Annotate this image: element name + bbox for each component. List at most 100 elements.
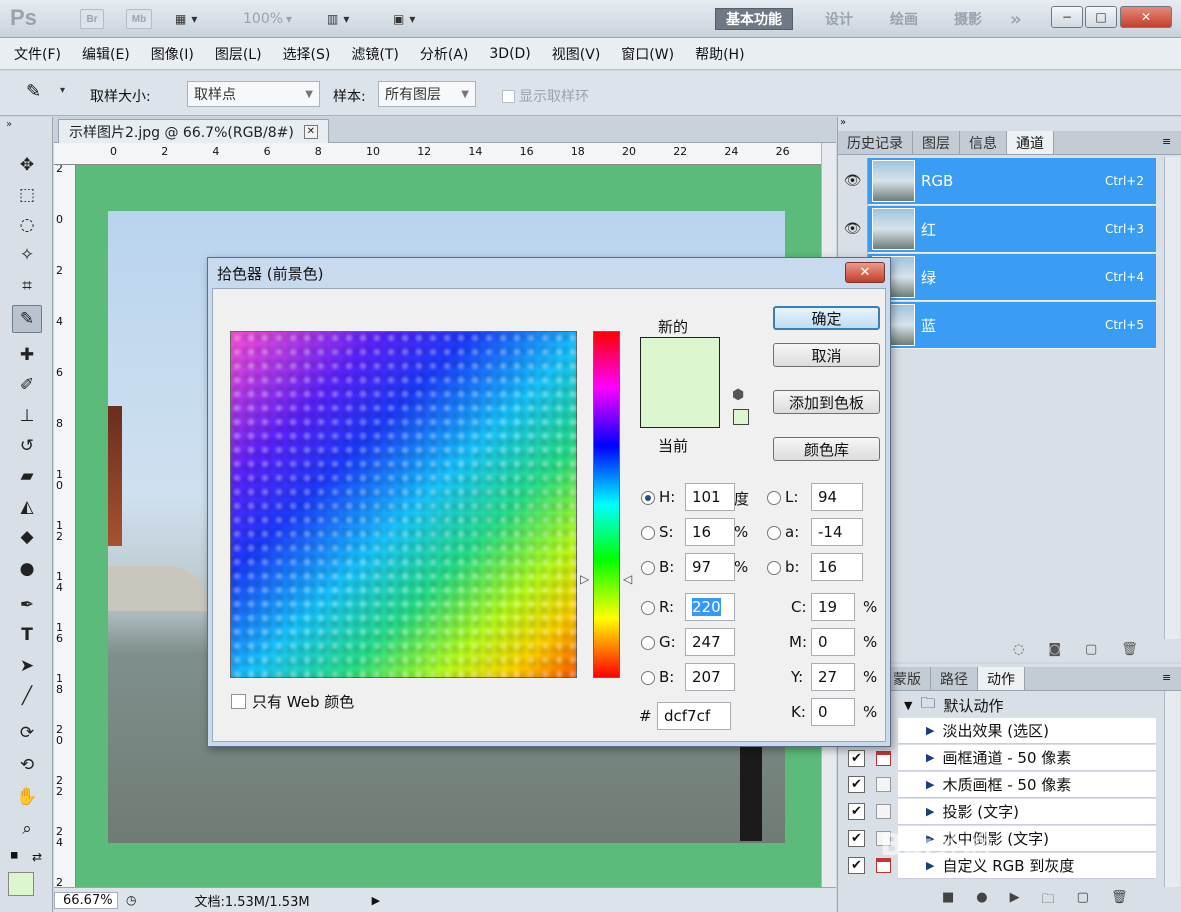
delete-action-icon[interactable]: 🗑 bbox=[1111, 890, 1128, 912]
foreground-color-swatch[interactable] bbox=[8, 872, 34, 896]
tab-paths[interactable]: 路径 bbox=[931, 667, 978, 690]
saturation-radio[interactable] bbox=[641, 526, 655, 540]
hue-slider[interactable] bbox=[593, 331, 620, 678]
hue-radio[interactable] bbox=[641, 491, 655, 505]
zoom-tool-icon[interactable]: ⌕ bbox=[12, 815, 42, 843]
channel-row-rgb[interactable]: 👁 RGB Ctrl+2 bbox=[838, 157, 1156, 205]
menu-3d[interactable]: 3D(D) bbox=[489, 46, 541, 62]
cyan-input[interactable]: 19 bbox=[811, 593, 855, 621]
action-row[interactable]: ▶ 画框通道 - 50 像素 bbox=[898, 745, 1156, 771]
black-input[interactable]: 0 bbox=[811, 698, 855, 726]
history-brush-tool-icon[interactable]: ↺ bbox=[12, 432, 42, 460]
dialog-toggle[interactable] bbox=[876, 751, 891, 766]
color-libraries-button[interactable]: 颜色库 bbox=[773, 437, 880, 461]
panel-menu-icon[interactable]: ≡ bbox=[1162, 135, 1171, 148]
chevron-down-icon[interactable]: ▼ bbox=[904, 699, 912, 712]
menu-edit[interactable]: 编辑(E) bbox=[82, 44, 141, 64]
3d-rotate-tool-icon[interactable]: ⟳ bbox=[12, 719, 42, 747]
minimize-button[interactable]: − bbox=[1051, 6, 1083, 28]
maximize-button[interactable]: □ bbox=[1085, 6, 1117, 28]
path-selection-tool-icon[interactable]: ➤ bbox=[12, 652, 42, 680]
eyedropper-tool-icon[interactable]: ✎ bbox=[12, 305, 42, 333]
stop-icon[interactable]: ■ bbox=[942, 890, 954, 912]
blur-tool-icon[interactable]: ◆ bbox=[12, 523, 42, 551]
saturation-input[interactable]: 16 bbox=[685, 518, 735, 546]
action-toggle-checkbox[interactable]: ✔ bbox=[848, 750, 865, 767]
crop-tool-icon[interactable]: ⌗ bbox=[12, 272, 42, 300]
a-channel-input[interactable]: -14 bbox=[811, 518, 863, 546]
hex-input[interactable]: dcf7cf bbox=[657, 702, 731, 730]
load-selection-icon[interactable]: ◌ bbox=[1013, 642, 1024, 657]
line-tool-icon[interactable]: ╱ bbox=[12, 682, 42, 710]
menu-view[interactable]: 视图(V) bbox=[552, 44, 612, 64]
close-window-button[interactable]: ✕ bbox=[1120, 6, 1172, 28]
eye-icon[interactable]: 👁 bbox=[838, 205, 868, 253]
view-extras-menu[interactable]: ▦ ▾ bbox=[175, 8, 197, 30]
lightness-input[interactable]: 94 bbox=[811, 483, 863, 511]
expand-icon[interactable]: ▶ bbox=[926, 805, 934, 818]
collapse-panel-icon[interactable]: » bbox=[840, 117, 846, 128]
action-set-row[interactable]: ▼ 🗀 默认动作 bbox=[898, 692, 1156, 718]
out-of-gamut-cube-icon[interactable]: ⬢ bbox=[732, 387, 744, 403]
new-set-icon[interactable]: 🗀 bbox=[1042, 890, 1055, 912]
new-action-icon[interactable]: ▢ bbox=[1077, 890, 1089, 912]
sample-select[interactable]: 所有图层 ▼ bbox=[378, 81, 476, 107]
web-only-checkbox[interactable]: 只有 Web 颜色 bbox=[231, 691, 354, 712]
hue-slider-left-arrow-icon[interactable]: ▷ bbox=[580, 572, 589, 586]
menu-help[interactable]: 帮助(H) bbox=[695, 44, 755, 64]
expand-icon[interactable]: ▶ bbox=[926, 724, 934, 737]
more-workspaces-icon[interactable]: » bbox=[1010, 8, 1022, 30]
hand-tool-icon[interactable]: ✋ bbox=[12, 783, 42, 811]
workspace-design[interactable]: 设计 bbox=[825, 8, 853, 30]
channel-row-red[interactable]: 👁 红 Ctrl+3 bbox=[838, 205, 1156, 253]
sample-size-select[interactable]: 取样点 ▼ bbox=[187, 81, 320, 107]
brightness-radio[interactable] bbox=[641, 561, 655, 575]
play-icon[interactable]: ▶ bbox=[1010, 890, 1020, 912]
panel-scrollbar[interactable] bbox=[1164, 157, 1180, 639]
collapse-toolbox-icon[interactable]: » bbox=[6, 119, 12, 130]
paint-bucket-tool-icon[interactable]: ◭ bbox=[12, 493, 42, 521]
red-radio[interactable] bbox=[641, 601, 655, 615]
green-input[interactable]: 247 bbox=[685, 628, 735, 656]
record-icon[interactable]: ● bbox=[976, 890, 987, 912]
hue-slider-right-arrow-icon[interactable]: ◁ bbox=[623, 572, 632, 586]
tab-history[interactable]: 历史记录 bbox=[838, 131, 913, 154]
action-toggle-checkbox[interactable]: ✔ bbox=[848, 830, 865, 847]
zoom-dropdown-icon[interactable]: ▾ bbox=[286, 8, 292, 30]
quick-select-tool-icon[interactable]: ✧ bbox=[12, 241, 42, 269]
menu-image[interactable]: 图像(I) bbox=[151, 44, 205, 64]
b-channel-radio[interactable] bbox=[767, 561, 781, 575]
move-tool-icon[interactable]: ✥ bbox=[12, 151, 42, 179]
dialog-close-button[interactable]: ✕ bbox=[845, 262, 885, 283]
status-info-icon[interactable]: ◷ bbox=[126, 893, 136, 907]
menu-file[interactable]: 文件(F) bbox=[14, 44, 72, 64]
status-menu-arrow-icon[interactable]: ▶ bbox=[372, 894, 380, 907]
workspace-photography[interactable]: 摄影 bbox=[954, 8, 982, 30]
panel-menu-icon[interactable]: ≡ bbox=[1162, 671, 1171, 684]
brightness-input[interactable]: 97 bbox=[685, 553, 735, 581]
eraser-tool-icon[interactable]: ▰ bbox=[12, 462, 42, 490]
lasso-tool-icon[interactable]: ◌ bbox=[12, 211, 42, 239]
3d-orbit-tool-icon[interactable]: ⟲ bbox=[12, 751, 42, 779]
menu-select[interactable]: 选择(S) bbox=[283, 44, 342, 64]
cancel-button[interactable]: 取消 bbox=[773, 343, 880, 367]
hue-input[interactable]: 101 bbox=[685, 483, 735, 511]
eye-icon[interactable]: 👁 bbox=[838, 157, 868, 205]
action-toggle-checkbox[interactable]: ✔ bbox=[848, 803, 865, 820]
close-tab-icon[interactable]: ✕ bbox=[303, 124, 318, 139]
a-channel-radio[interactable] bbox=[767, 526, 781, 540]
type-tool-icon[interactable]: T bbox=[12, 621, 42, 649]
lightness-radio[interactable] bbox=[767, 491, 781, 505]
red-input[interactable]: 220 bbox=[685, 593, 735, 621]
new-channel-icon[interactable]: ▢ bbox=[1085, 642, 1097, 657]
tab-actions[interactable]: 动作 bbox=[978, 667, 1025, 690]
bridge-button[interactable]: Br bbox=[80, 9, 104, 29]
pen-tool-icon[interactable]: ✒ bbox=[12, 591, 42, 619]
dialog-toggle[interactable] bbox=[876, 804, 891, 819]
blue-input[interactable]: 207 bbox=[685, 663, 735, 691]
action-row[interactable]: ▶ 淡出效果 (选区) bbox=[898, 718, 1156, 744]
web-safe-swatch[interactable] bbox=[733, 409, 749, 425]
zoom-field[interactable]: 66.67% bbox=[54, 891, 118, 909]
document-tab[interactable]: 示样图片2.jpg @ 66.7%(RGB/8#) ✕ bbox=[58, 119, 329, 143]
panel-scrollbar[interactable] bbox=[1164, 691, 1180, 887]
